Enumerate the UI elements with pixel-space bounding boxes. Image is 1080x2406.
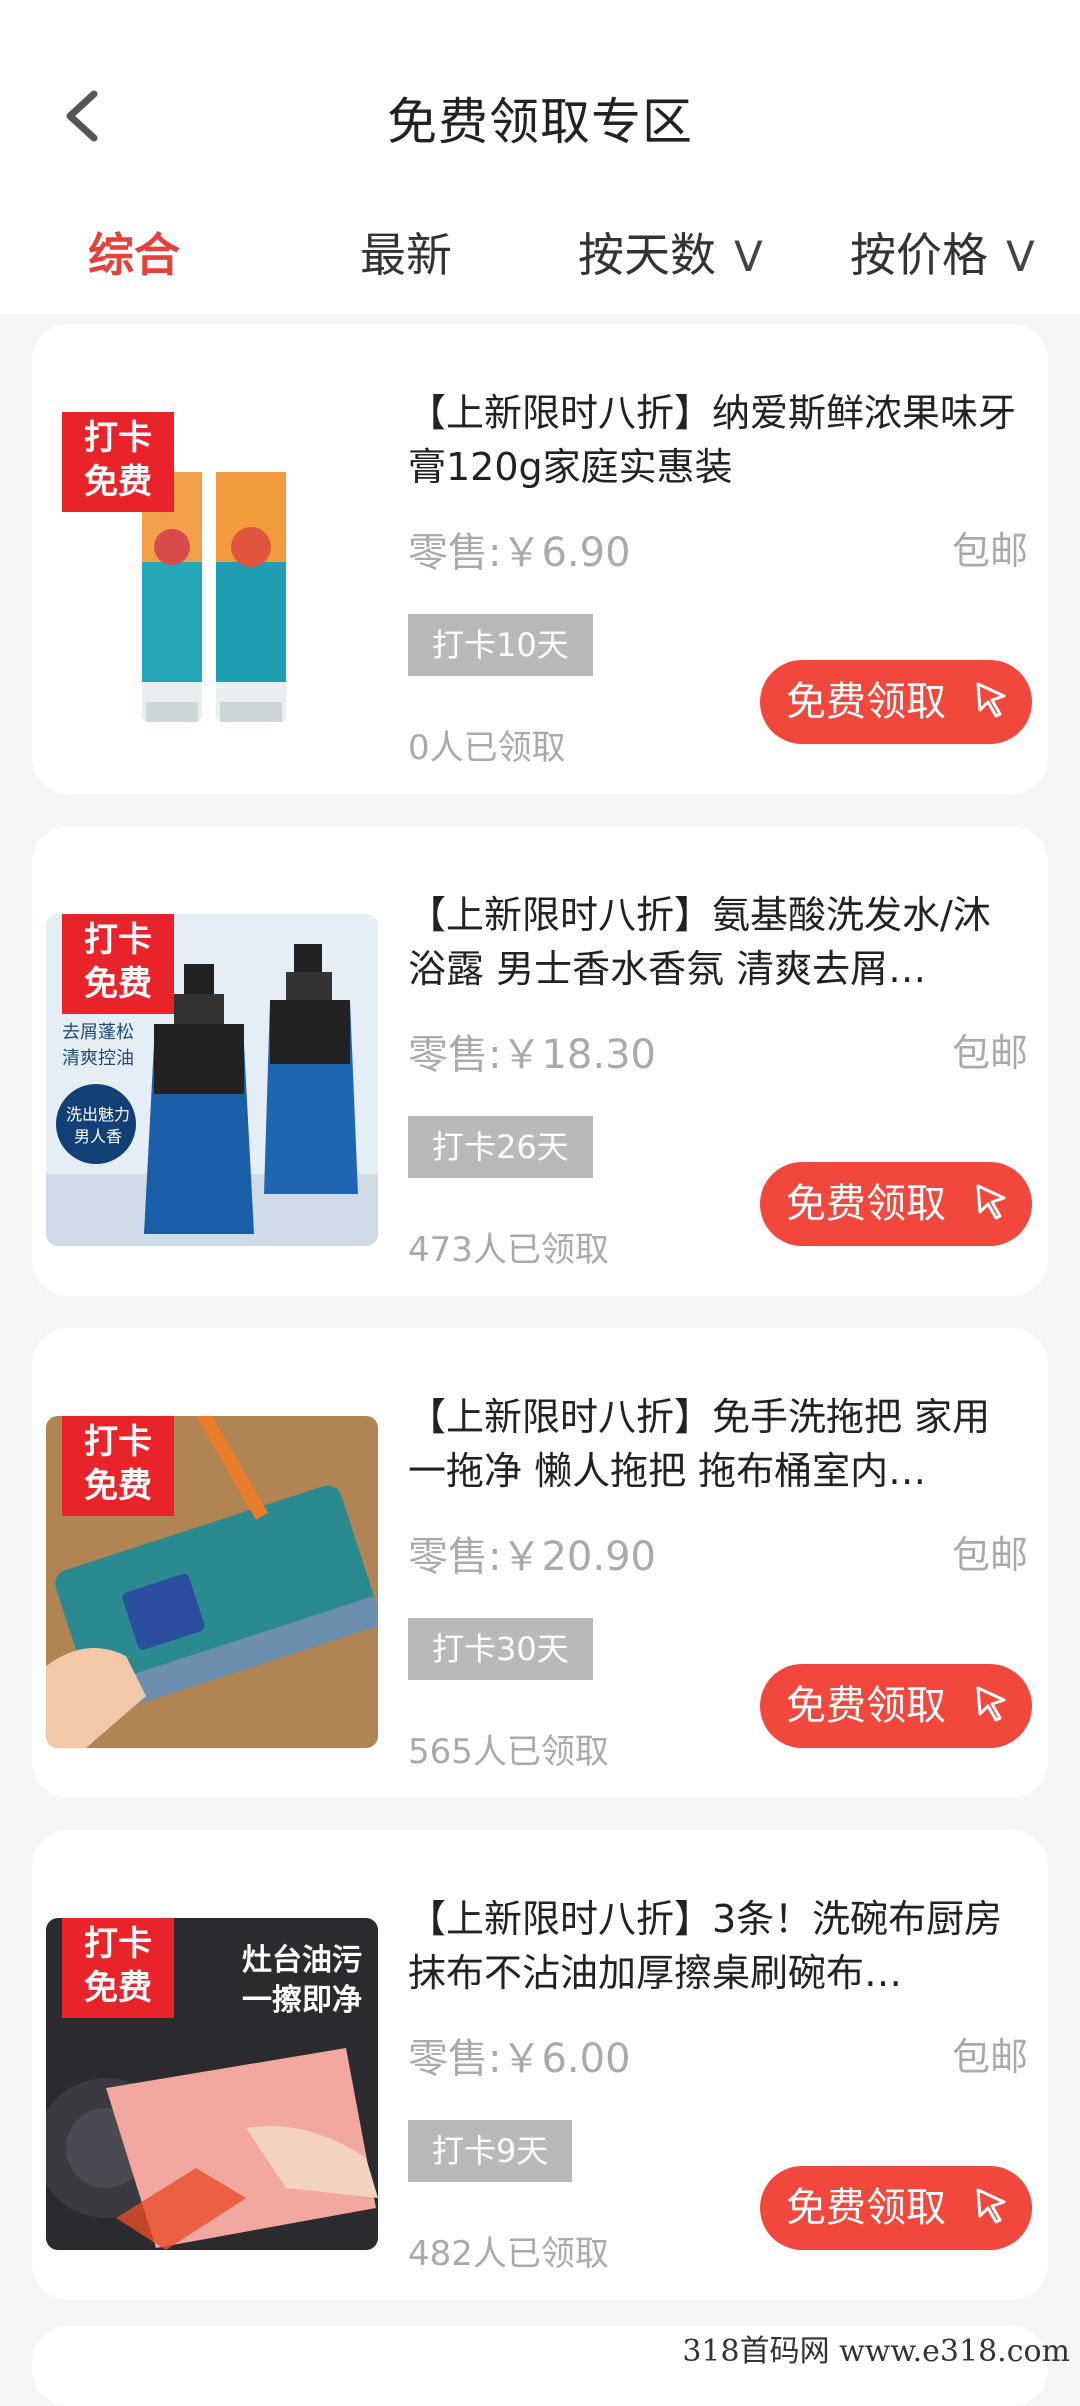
check-in-days-tag: 打卡30天 — [408, 1618, 593, 1680]
claim-free-button[interactable]: 免费领取 — [760, 1664, 1032, 1748]
product-image-shampoo[interactable]: 去屑蓬松 清爽控油 洗出魅力 男人香 打卡 免费 — [46, 914, 378, 1246]
product-image-dishcloth[interactable]: 灶台油污 一擦即净 打卡 免费 — [46, 1918, 378, 2250]
chevron-down-icon: V — [1006, 232, 1035, 281]
image-caption: 洗出魅力 — [66, 1105, 130, 1124]
tab-latest[interactable]: 最新 — [360, 220, 452, 290]
claim-free-button[interactable]: 免费领取 — [760, 660, 1032, 744]
check-in-free-badge: 打卡 免费 — [62, 914, 174, 1014]
product-title[interactable]: 【上新限时八折】免手洗拖把 家用一拖净 懒人拖把 拖布桶室内… — [408, 1390, 1028, 1498]
free-shipping-label: 包邮 — [951, 2035, 1028, 2079]
product-card[interactable]: 打卡 免费 【上新限时八折】免手洗拖把 家用一拖净 懒人拖把 拖布桶室内… 零售:… — [32, 1328, 1048, 1798]
image-caption: 男人香 — [74, 1127, 122, 1146]
check-in-days-tag: 打卡10天 — [408, 614, 593, 676]
free-shipping-label: 包邮 — [951, 1031, 1028, 1075]
claimed-count: 565人已领取 — [408, 1732, 609, 1772]
product-card[interactable]: 去屑蓬松 清爽控油 洗出魅力 男人香 打卡 免费 【上新限时八折】氨基酸洗发水/沐… — [32, 826, 1048, 1296]
product-image-mop[interactable]: 打卡 免费 — [46, 1416, 378, 1748]
check-in-days-tag: 打卡9天 — [408, 2120, 573, 2182]
pointer-hand-icon — [976, 1184, 1006, 1220]
product-image-toothpaste[interactable]: 打卡 免费 — [46, 412, 378, 744]
retail-price: 零售:￥6.00 — [408, 2036, 631, 2082]
watermark: 318首码网 www.e318.com — [682, 2334, 1070, 2369]
tab-by-days[interactable]: 按天数 V — [578, 220, 763, 290]
product-title[interactable]: 【上新限时八折】纳爱斯鲜浓果味牙膏120g家庭实惠装 — [408, 386, 1028, 494]
tab-comprehensive[interactable]: 综合 — [88, 220, 180, 290]
page-title: 免费领取专区 — [387, 93, 693, 151]
chevron-down-icon: V — [734, 232, 763, 281]
check-in-free-badge: 打卡 免费 — [62, 1416, 174, 1516]
claimed-count: 473人已领取 — [408, 1230, 609, 1270]
product-title[interactable]: 【上新限时八折】3条！洗碗布厨房抹布不沾油加厚擦桌刷碗布… — [408, 1892, 1028, 2000]
pointer-hand-icon — [976, 1686, 1006, 1722]
retail-price: 零售:￥20.90 — [408, 1534, 656, 1580]
product-title[interactable]: 【上新限时八折】氨基酸洗发水/沐浴露 男士香水香氛 清爽去屑… — [408, 888, 1028, 996]
sort-tabs: 综合 最新 按天数 V 按价格 V — [0, 220, 1080, 290]
product-card[interactable]: 灶台油污 一擦即净 打卡 免费 【上新限时八折】3条！洗碗布厨房抹布不沾油加厚擦桌… — [32, 1830, 1048, 2300]
free-shipping-label: 包邮 — [951, 1533, 1028, 1577]
claim-free-button[interactable]: 免费领取 — [760, 1162, 1032, 1246]
image-caption: 一擦即净 — [242, 1983, 362, 2018]
retail-price: 零售:￥6.90 — [408, 530, 631, 576]
free-shipping-label: 包邮 — [951, 529, 1028, 573]
top-bar: 免费领取专区 综合 最新 按天数 V 按价格 V — [0, 0, 1080, 314]
product-card[interactable]: 打卡 免费 【上新限时八折】纳爱斯鲜浓果味牙膏120g家庭实惠装 零售:￥6.90… — [32, 324, 1048, 794]
claimed-count: 0人已领取 — [408, 728, 566, 768]
claim-free-button[interactable]: 免费领取 — [760, 2166, 1032, 2250]
pointer-hand-icon — [976, 2188, 1006, 2224]
check-in-days-tag: 打卡26天 — [408, 1116, 593, 1178]
tab-by-price[interactable]: 按价格 V — [850, 220, 1035, 290]
retail-price: 零售:￥18.30 — [408, 1032, 656, 1078]
check-in-free-badge: 打卡 免费 — [62, 1918, 174, 2018]
claimed-count: 482人已领取 — [408, 2234, 609, 2274]
image-caption: 灶台油污 — [242, 1943, 362, 1978]
check-in-free-badge: 打卡 免费 — [62, 412, 174, 512]
pointer-hand-icon — [976, 682, 1006, 718]
image-caption: 清爽控油 — [62, 1048, 134, 1069]
image-caption: 去屑蓬松 — [62, 1022, 134, 1043]
